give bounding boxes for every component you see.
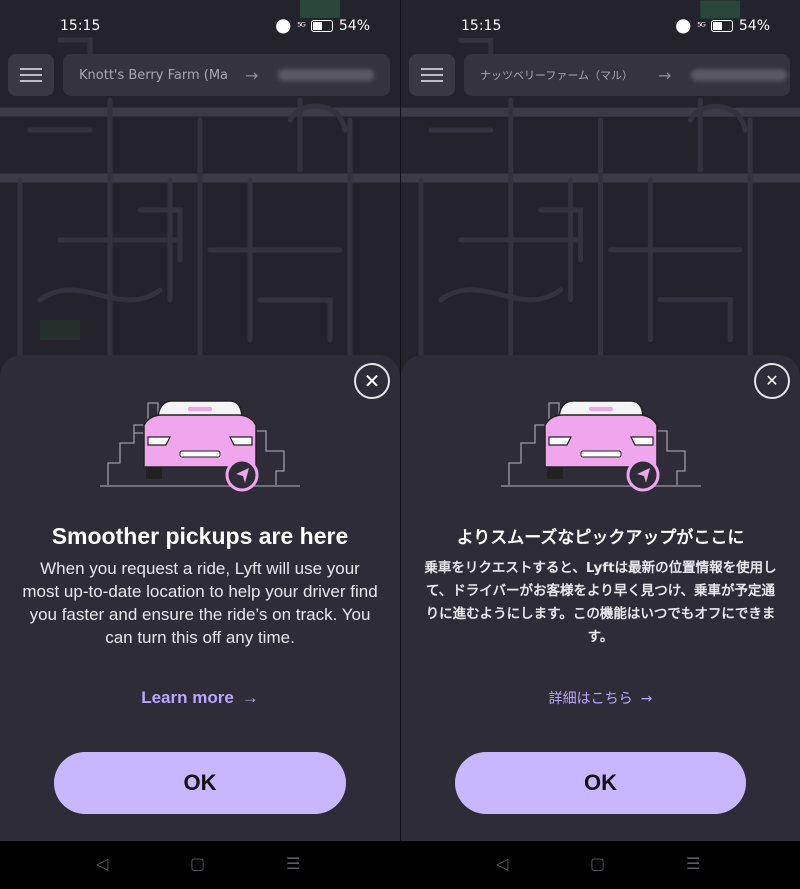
nav-back-icon[interactable]: ◁ (496, 854, 508, 873)
learn-more-link[interactable]: Learn more → (0, 688, 400, 708)
screen-english: 15:15 ⬤ ⁵ᴳ 54% Knott's Berry Farm (Mai →… (0, 0, 400, 841)
route-arrow-icon: → (245, 65, 259, 85)
nav-home-icon[interactable]: ▢ (590, 854, 605, 873)
nav-recents-icon[interactable]: ☰ (686, 854, 700, 873)
battery-level: 54% (338, 18, 370, 34)
route-summary[interactable]: Knott's Berry Farm (Mai → (63, 54, 390, 96)
status-time: 15:15 (60, 18, 101, 34)
sheet-title: Smoother pickups are here (51, 523, 349, 549)
ok-button[interactable]: OK (455, 752, 746, 814)
route-destination-redacted (278, 69, 375, 81)
close-button[interactable]: ✕ (754, 363, 790, 399)
car-illustration (501, 400, 701, 492)
location-icon: ⬤ (675, 18, 692, 34)
status-time: 15:15 (461, 18, 502, 34)
location-icon: ⬤ (275, 18, 292, 34)
status-bar: 15:15 ⬤ ⁵ᴳ 54% (401, 0, 800, 52)
nav-recents-icon[interactable]: ☰ (286, 854, 300, 873)
close-button[interactable]: ✕ (354, 363, 390, 399)
menu-button[interactable] (409, 54, 455, 96)
route-arrow-icon: → (658, 65, 672, 85)
screen-japanese: 15:15 ⬤ ⁵ᴳ 54% ナッツベリーファーム（マル） → ✕ よりスムーズ… (401, 0, 800, 841)
battery-icon (310, 20, 333, 32)
signal-icon: ⁵ᴳ (297, 19, 306, 33)
pickup-sheet: ✕ よりスムーズなピックアップがここに 乗車をリクエストすると、Lyftは最新の… (401, 355, 800, 841)
status-bar: 15:15 ⬤ ⁵ᴳ 54% (0, 0, 400, 52)
arrow-right-icon: → (640, 691, 653, 707)
nav-home-icon[interactable]: ▢ (190, 854, 205, 873)
signal-icon: ⁵ᴳ (697, 19, 706, 33)
route-origin: ナッツベリーファーム（マル） (480, 69, 634, 82)
route-destination-redacted (691, 69, 788, 81)
arrow-right-icon: → (241, 688, 259, 707)
route-bar: Knott's Berry Farm (Mai → (8, 54, 390, 96)
car-illustration (100, 400, 300, 492)
route-summary[interactable]: ナッツベリーファーム（マル） → (464, 54, 790, 96)
pickup-sheet: ✕ Smoother pickups are here When you req… (0, 355, 400, 841)
battery-icon (710, 20, 733, 32)
sheet-body: 乗車をリクエストすると、Lyftは最新の位置情報を使用して、ドライバーがお客様を… (424, 560, 777, 645)
learn-more-link[interactable]: 詳細はこちら → (401, 688, 800, 708)
nav-back-icon[interactable]: ◁ (96, 854, 108, 873)
learn-more-label: 詳細はこちら (548, 691, 633, 707)
learn-more-label: Learn more (141, 688, 234, 707)
sheet-body: When you request a ride, Lyft will use y… (22, 559, 378, 647)
sheet-title: よりスムーズなピックアップがここに (456, 528, 745, 548)
route-origin: Knott's Berry Farm (Mai (79, 67, 227, 83)
battery-level: 54% (738, 18, 770, 34)
ok-button[interactable]: OK (54, 752, 346, 814)
menu-button[interactable] (8, 54, 54, 96)
route-bar: ナッツベリーファーム（マル） → (409, 54, 790, 96)
system-nav-bar: ◁ ▢ ☰ ◁ ▢ ☰ (0, 841, 800, 889)
